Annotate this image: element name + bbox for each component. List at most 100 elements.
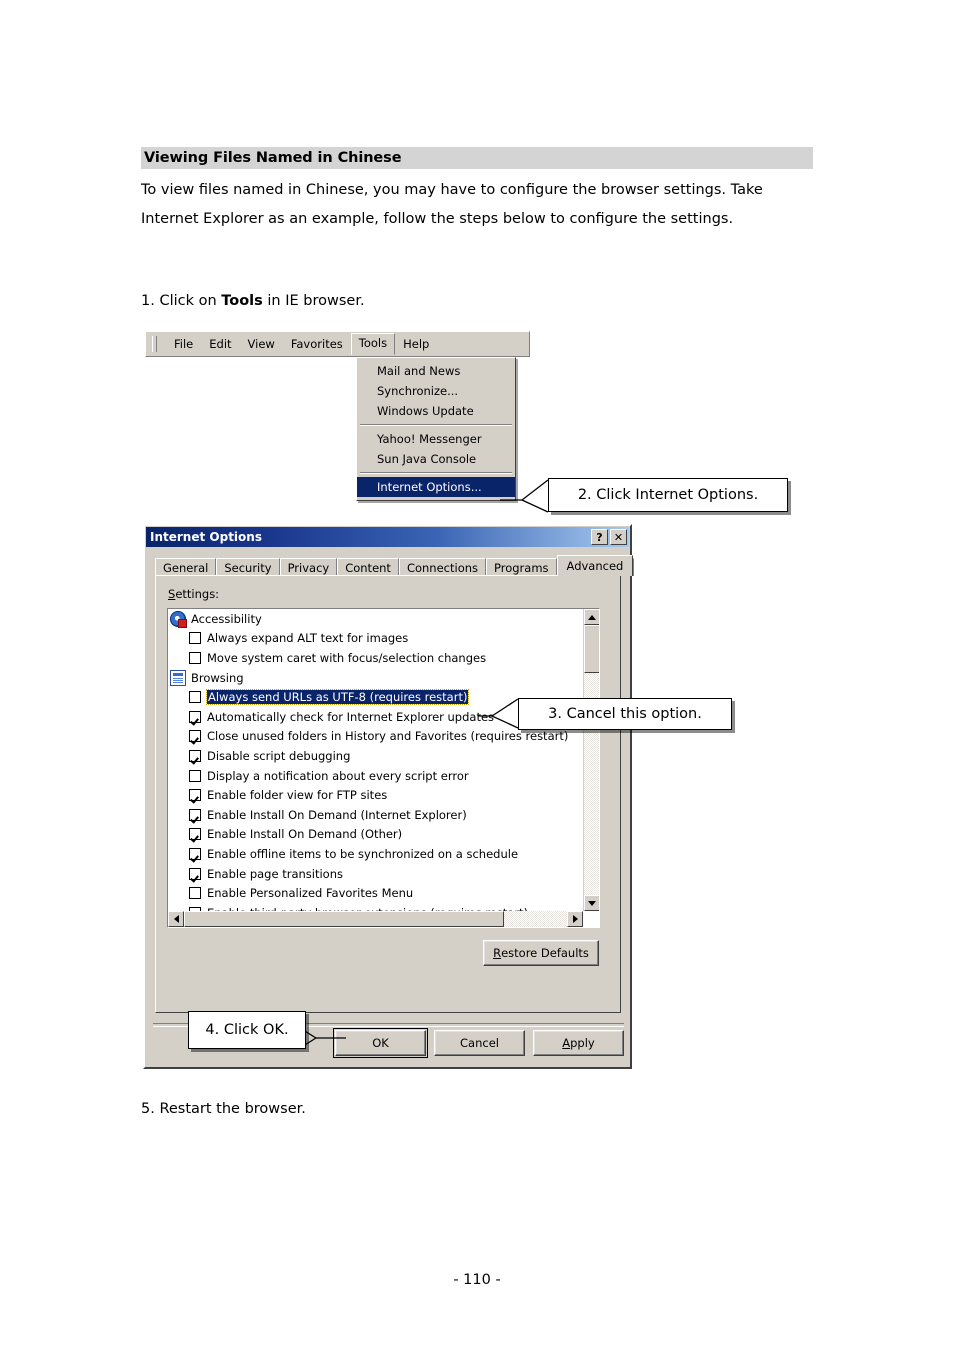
list-item-label: Move system caret with focus/selection c… [207,650,487,665]
list-item-label: Enable Personalized Favorites Menu [207,886,414,901]
vertical-scrollbar[interactable] [583,609,599,911]
horizontal-scroll-thumb[interactable] [184,911,504,927]
list-item-enable-folder-view-ftp[interactable]: Enable folder view for FTP sites [168,785,583,805]
tab-content[interactable]: Content [337,558,399,576]
checkbox-icon[interactable] [189,867,201,880]
list-item-label: Always send URLs as UTF-8 (requires rest… [205,689,470,706]
list-item-display-script-error-notification[interactable]: Display a notification about every scrip… [168,766,583,786]
list-item-label: Always expand ALT text for images [207,631,409,646]
step-1-bold-tools: Tools [221,293,263,309]
menu-item-windows-update[interactable]: Windows Update [357,401,515,421]
dialog-title-bar[interactable]: Internet Options ? ✕ [146,527,629,547]
checkbox-icon[interactable] [189,808,201,821]
apply-label: pply [570,1036,595,1050]
tools-dropdown-menu: Mail and News Synchronize... Windows Upd… [356,357,516,501]
menu-item-synchronize[interactable]: Synchronize... [357,381,515,401]
list-item-enable-offline-sync[interactable]: Enable offline items to be synchronized … [168,844,583,864]
list-item-label: Enable folder view for FTP sites [207,788,388,803]
menu-view[interactable]: View [240,334,283,354]
triangle-up-icon [588,614,596,620]
checkbox-icon[interactable] [189,749,201,762]
triangle-right-icon [572,915,578,923]
list-item-enable-page-transitions[interactable]: Enable page transitions [168,864,583,884]
list-item-always-expand-alt-text[interactable]: Always expand ALT text for images [168,629,583,649]
menu-item-yahoo-messenger[interactable]: Yahoo! Messenger [357,429,515,449]
list-item-label: Enable offline items to be synchronized … [207,846,519,861]
scroll-left-icon[interactable] [168,911,184,927]
list-item-install-on-demand-ie[interactable]: Enable Install On Demand (Internet Explo… [168,805,583,825]
checkbox-icon[interactable] [189,828,201,841]
tab-strip-filler [633,558,635,576]
menu-favorites[interactable]: Favorites [283,334,351,354]
group-label: Browsing [191,670,244,685]
callout-4-leader-line [300,1027,346,1049]
menu-help[interactable]: Help [395,334,437,354]
cancel-button[interactable]: Cancel [434,1030,525,1056]
tab-programs[interactable]: Programs [486,558,557,576]
browsing-document-icon [170,669,186,686]
list-item-install-on-demand-other[interactable]: Enable Install On Demand (Other) [168,825,583,845]
list-item-label: Enable Install On Demand (Internet Explo… [207,807,467,822]
group-label: Accessibility [191,611,262,626]
advanced-settings-listbox[interactable]: Accessibility Always expand ALT text for… [167,608,600,928]
page-number: - 110 - [453,1272,501,1288]
list-item-third-party-extensions[interactable]: Enable third-party browser extensions (r… [168,903,583,911]
checkbox-icon[interactable] [189,710,201,723]
menu-file[interactable]: File [166,334,201,354]
help-icon[interactable]: ? [591,529,608,545]
checkbox-icon[interactable] [189,769,201,782]
settings-label: Settings: [168,587,220,601]
triangle-left-icon [173,915,179,923]
callout-step-2: 2. Click Internet Options. [548,478,788,512]
dialog-tab-strip: General Security Privacy Content Connect… [155,555,635,576]
menu-separator [360,424,512,426]
list-item-personalized-favorites-menu[interactable]: Enable Personalized Favorites Menu [168,883,583,903]
checkbox-icon[interactable] [189,632,201,645]
settings-list: Accessibility Always expand ALT text for… [168,609,583,911]
section-heading-banner: Viewing Files Named in Chinese [141,147,813,169]
list-item-disable-script-debugging[interactable]: Disable script debugging [168,746,583,766]
step-5-text: 5. Restart the browser. [141,1101,306,1117]
scroll-down-icon[interactable] [584,895,599,911]
list-item-label: Enable Install On Demand (Other) [207,827,403,842]
advanced-tab-panel: Settings: Accessibility Always expand AL… [155,575,621,1013]
list-item-label: Automatically check for Internet Explore… [207,709,495,724]
checkbox-icon[interactable] [189,691,201,704]
tab-general[interactable]: General [155,558,217,576]
menu-item-mail-and-news[interactable]: Mail and News [357,361,515,381]
tab-privacy[interactable]: Privacy [279,558,338,576]
step-1-prefix: 1. Click on [141,293,222,309]
menu-item-internet-options[interactable]: Internet Options... [357,477,515,497]
internet-options-dialog: Internet Options ? ✕ General Security Pr… [143,524,635,1069]
list-item-group-accessibility: Accessibility [168,609,583,629]
tab-security[interactable]: Security [216,558,280,576]
horizontal-scrollbar[interactable] [168,911,583,927]
menu-grip-handle[interactable] [152,336,157,352]
vertical-scroll-thumb[interactable] [584,625,599,673]
callout-step-4: 4. Click OK. [188,1011,306,1049]
checkbox-icon[interactable] [189,847,201,860]
tab-advanced[interactable]: Advanced [556,555,634,576]
checkbox-icon[interactable] [189,651,201,664]
list-item-label: Display a notification about every scrip… [207,768,469,783]
dialog-title: Internet Options [150,530,262,544]
list-item-label: Enable page transitions [207,866,343,881]
apply-button[interactable]: Apply [533,1030,624,1056]
menu-item-sun-java-console[interactable]: Sun Java Console [357,449,515,469]
scroll-up-icon[interactable] [584,609,599,625]
menu-tools[interactable]: Tools [350,333,396,355]
checkbox-icon[interactable] [189,789,201,802]
list-item-label: Disable script debugging [207,748,351,763]
callout-step-3: 3. Cancel this option. [518,698,732,730]
step-1-text: 1. Click on Tools in IE browser. [141,293,365,309]
restore-defaults-label: estore Defaults [501,946,589,960]
close-icon[interactable]: ✕ [610,529,627,545]
checkbox-icon[interactable] [189,730,201,743]
list-item-move-system-caret[interactable]: Move system caret with focus/selection c… [168,648,583,668]
menu-edit[interactable]: Edit [201,334,239,354]
scroll-right-icon[interactable] [567,911,583,927]
checkbox-icon[interactable] [189,887,201,900]
restore-defaults-button[interactable]: Restore Defaults [483,940,599,966]
tab-connections[interactable]: Connections [398,558,487,576]
restore-defaults-mnemonic: R [493,946,502,960]
